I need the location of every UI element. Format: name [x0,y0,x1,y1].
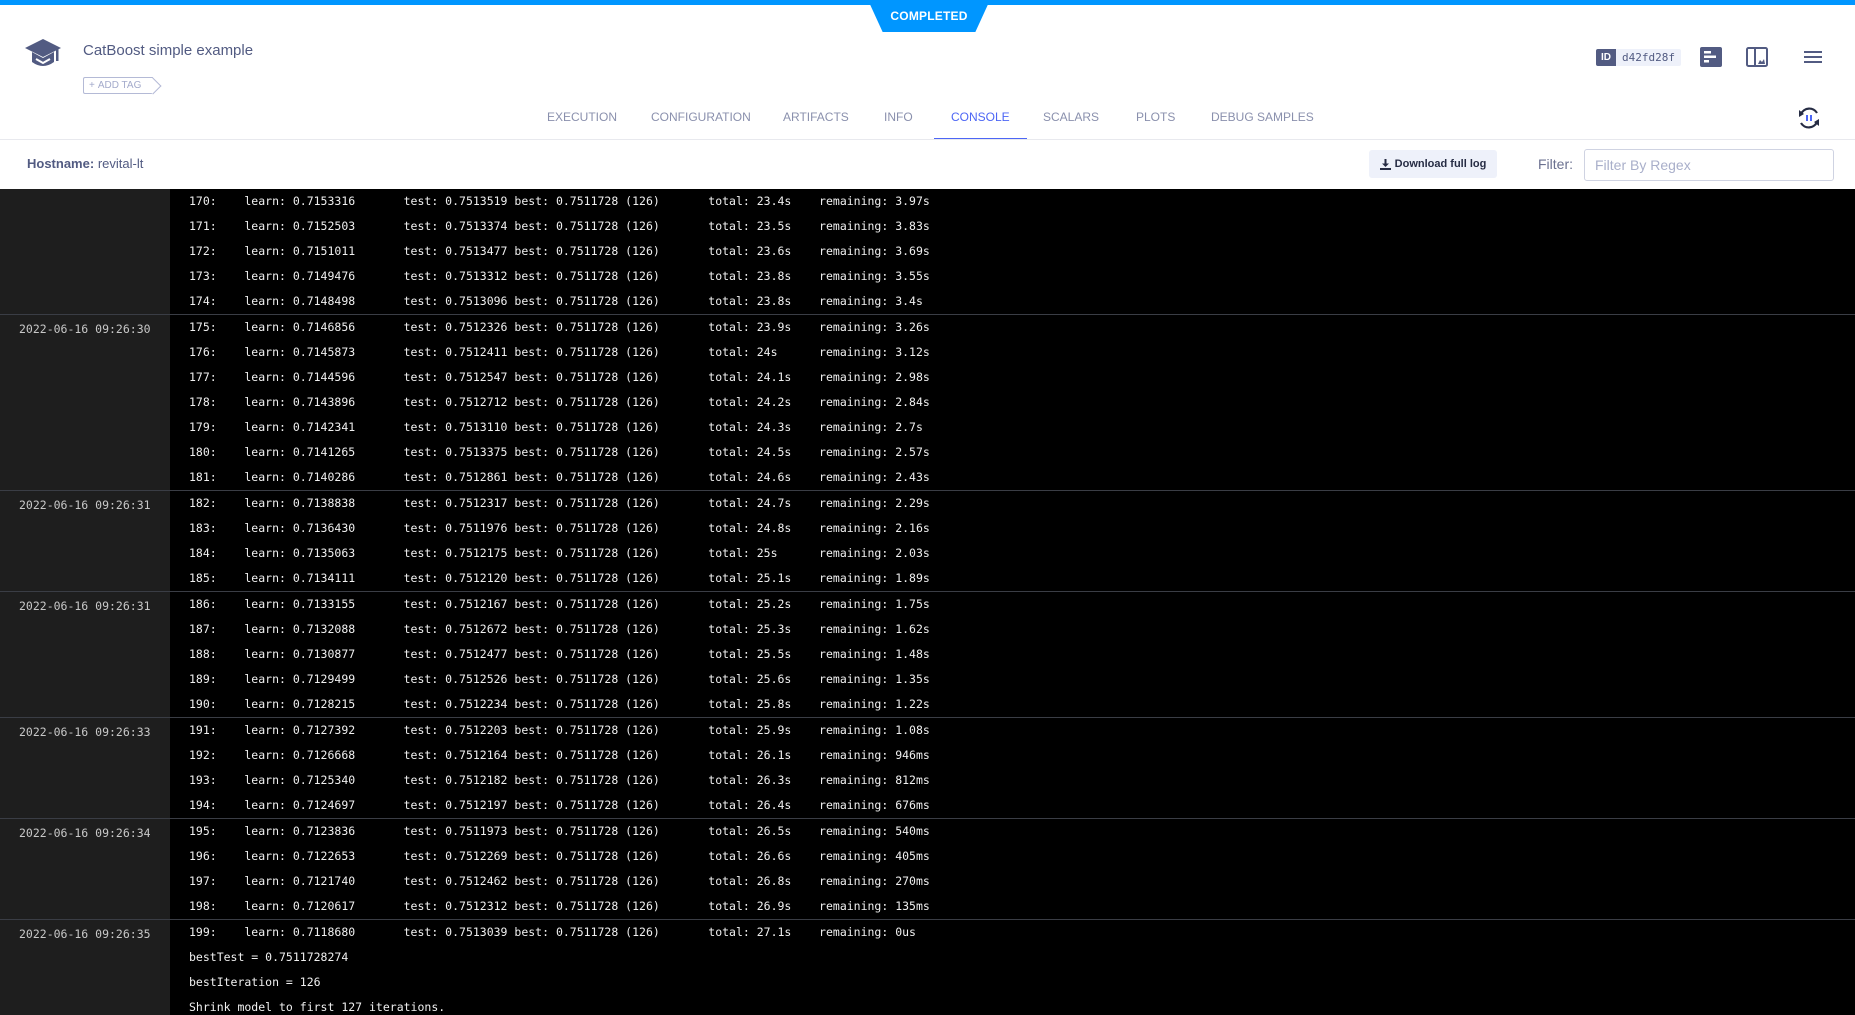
log-timestamp: 2022-06-16 09:26:33 [0,718,170,818]
log-line: 184: learn: 0.7135063 test: 0.7512175 be… [189,546,930,560]
tab-artifacts[interactable]: ARTIFACTS [783,110,849,140]
log-timestamp: 2022-06-16 09:26:30 [0,315,170,490]
log-line: 182: learn: 0.7138838 test: 0.7512317 be… [189,496,930,510]
log-line: 170: learn: 0.7153316 test: 0.7513519 be… [189,194,930,208]
log-group: 2022-06-16 09:26:31 186: learn: 0.7133155… [0,592,1855,718]
log-line: 175: learn: 0.7146856 test: 0.7512326 be… [189,320,930,334]
tab-console[interactable]: CONSOLE [934,110,1027,140]
add-tag-label: ADD TAG [97,80,142,91]
log-line: 199: learn: 0.7118680 test: 0.7513039 be… [189,925,916,939]
log-line: 190: learn: 0.7128215 test: 0.7512234 be… [189,697,930,711]
log-timestamp: 2022-06-16 09:26:31 [0,491,170,591]
log-timestamp: 2022-06-16 09:26:34 [0,819,170,919]
graduation-cap-icon [25,39,61,66]
download-icon [1379,158,1391,170]
log-line: 187: learn: 0.7132088 test: 0.7512672 be… [189,622,930,636]
log-group: 2022-06-16 09:26:31 182: learn: 0.7138838… [0,491,1855,592]
download-full-log-button[interactable]: Download full log [1369,150,1497,178]
log-lines: 191: learn: 0.7127392 test: 0.7512203 be… [170,718,1855,818]
log-line: 178: learn: 0.7143896 test: 0.7512712 be… [189,395,930,409]
log-lines: 182: learn: 0.7138838 test: 0.7512317 be… [170,491,1855,591]
log-line: 181: learn: 0.7140286 test: 0.7512861 be… [189,470,930,484]
log-line: 185: learn: 0.7134111 test: 0.7512120 be… [189,571,930,585]
log-line: 186: learn: 0.7133155 test: 0.7512167 be… [189,597,930,611]
hostname-value: revital-lt [97,156,144,171]
log-line: 193: learn: 0.7125340 test: 0.7512182 be… [189,773,930,787]
log-line: 198: learn: 0.7120617 test: 0.7512312 be… [189,899,930,913]
log-line: Shrink model to first 127 iterations. [189,1000,446,1014]
log-line: 173: learn: 0.7149476 test: 0.7513312 be… [189,269,930,283]
log-line: 174: learn: 0.7148498 test: 0.7513096 be… [189,294,923,308]
log-group: 170: learn: 0.7153316 test: 0.7513519 be… [0,189,1855,315]
log-lines: 195: learn: 0.7123836 test: 0.7511973 be… [170,819,1855,919]
log-group: 2022-06-16 09:26:33 191: learn: 0.7127392… [0,718,1855,819]
log-lines: 175: learn: 0.7146856 test: 0.7512326 be… [170,315,1855,490]
log-line: 196: learn: 0.7122653 test: 0.7512269 be… [189,849,930,863]
log-timestamp: 2022-06-16 09:26:35 [0,920,170,1015]
tab-debug-samples[interactable]: DEBUG SAMPLES [1211,110,1314,140]
log-line: 172: learn: 0.7151011 test: 0.7513477 be… [189,244,930,258]
log-line: 171: learn: 0.7152503 test: 0.7513374 be… [189,219,930,233]
log-line: 194: learn: 0.7124697 test: 0.7512197 be… [189,798,930,812]
tab-scalars[interactable]: SCALARS [1043,110,1099,140]
console-toolbar: Hostname: revital-lt Download full log F… [0,140,1855,189]
id-label: ID [1596,49,1616,66]
log-line: 177: learn: 0.7144596 test: 0.7512547 be… [189,370,930,384]
log-line: 192: learn: 0.7126668 test: 0.7512164 be… [189,748,930,762]
task-title: CatBoost simple example [83,42,254,59]
hostname: Hostname: revital-lt [27,156,143,171]
download-label: Download full log [1394,158,1487,170]
filter-input[interactable] [1584,149,1834,181]
tab-plots[interactable]: PLOTS [1136,110,1175,140]
auto-refresh-pause-icon[interactable] [1796,105,1822,131]
id-value: d42fd28f [1616,49,1681,66]
tab-configuration[interactable]: CONFIGURATION [651,110,751,140]
menu-icon[interactable] [1802,47,1824,67]
tab-bar: EXECUTION CONFIGURATION ARTIFACTS INFO C… [0,100,1855,140]
tab-info[interactable]: INFO [884,110,913,140]
log-line: 176: learn: 0.7145873 test: 0.7512411 be… [189,345,930,359]
log-timestamp: 2022-06-16 09:26:31 [0,592,170,717]
info-panel-icon[interactable] [1700,47,1722,67]
log-line: 180: learn: 0.7141265 test: 0.7513375 be… [189,445,930,459]
tab-execution[interactable]: EXECUTION [547,110,617,140]
log-lines: 199: learn: 0.7118680 test: 0.7513039 be… [170,920,1855,1015]
log-line: 195: learn: 0.7123836 test: 0.7511973 be… [189,824,930,838]
log-group: 2022-06-16 09:26:30 175: learn: 0.7146856… [0,315,1855,491]
log-line: bestIteration = 126 [189,975,321,989]
log-timestamp [0,189,170,314]
log-line: 191: learn: 0.7127392 test: 0.7512203 be… [189,723,930,737]
log-line: 183: learn: 0.7136430 test: 0.7511976 be… [189,521,930,535]
plus-icon: + [89,80,95,91]
log-lines: 186: learn: 0.7133155 test: 0.7512167 be… [170,592,1855,717]
log-line: bestTest = 0.7511728274 [189,950,349,964]
hostname-label: Hostname: [27,156,95,171]
task-id-badge[interactable]: ID d42fd28f [1596,49,1681,66]
log-lines: 170: learn: 0.7153316 test: 0.7513519 be… [170,189,1855,314]
log-line: 197: learn: 0.7121740 test: 0.7512462 be… [189,874,930,888]
log-group: 2022-06-16 09:26:35 199: learn: 0.7118680… [0,920,1855,1015]
log-line: 189: learn: 0.7129499 test: 0.7512526 be… [189,672,930,686]
filter-label: Filter: [1538,156,1573,172]
add-tag-button[interactable]: + ADD TAG [83,77,154,94]
log-line: 188: learn: 0.7130877 test: 0.7512477 be… [189,647,930,661]
split-view-icon[interactable] [1746,47,1768,67]
console-log[interactable]: 170: learn: 0.7153316 test: 0.7513519 be… [0,189,1855,1015]
log-line: 179: learn: 0.7142341 test: 0.7513110 be… [189,420,923,434]
log-group: 2022-06-16 09:26:34 195: learn: 0.7123836… [0,819,1855,920]
